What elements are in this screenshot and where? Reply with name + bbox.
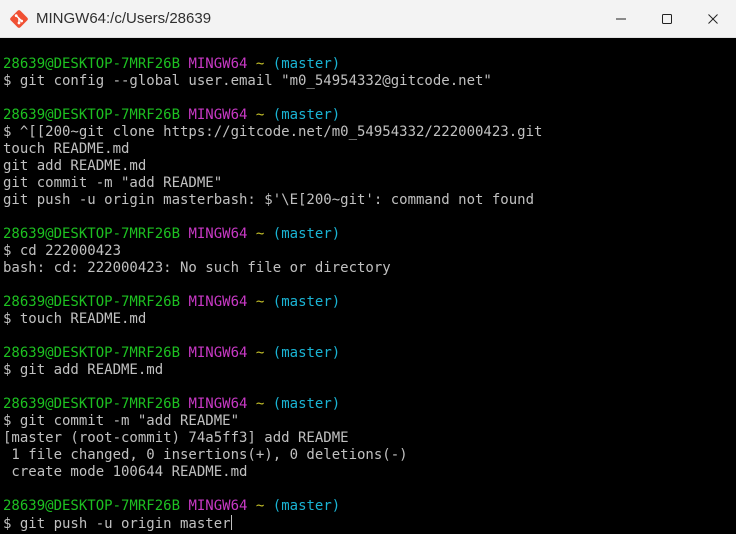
prompt-system: MINGW64 [188,56,248,72]
prompt-path: ~ [255,226,265,242]
prompt-system: MINGW64 [188,226,248,242]
output-line: git commit -m "add README" [3,175,223,191]
command-line: $ git add README.md [3,362,164,378]
prompt-path: ~ [255,345,265,361]
prompt-system: MINGW64 [188,498,248,514]
prompt-path: ~ [255,107,265,123]
command-line: $ ^[[200~git clone https://gitcode.net/m… [3,124,543,140]
prompt-path: ~ [255,56,265,72]
command-line: $ touch README.md [3,311,147,327]
current-command: $ git push -u origin master [3,516,231,532]
prompt-path: ~ [255,498,265,514]
prompt-user-host: 28639@DESKTOP-7MRF26B [3,396,181,412]
prompt-branch: (master) [272,56,341,72]
output-line: git push -u origin masterbash: $'\E[200~… [3,192,535,208]
prompt-path: ~ [255,396,265,412]
prompt-system: MINGW64 [188,107,248,123]
prompt-user-host: 28639@DESKTOP-7MRF26B [3,345,181,361]
command-line: $ git config --global user.email "m0_549… [3,73,492,89]
prompt-line: 28639@DESKTOP-7MRF26B MINGW64 ~ (master) [3,294,729,311]
prompt-user-host: 28639@DESKTOP-7MRF26B [3,56,181,72]
output-line: git add README.md [3,158,147,174]
prompt-system: MINGW64 [188,345,248,361]
terminal-output[interactable]: 28639@DESKTOP-7MRF26B MINGW64 ~ (master)… [0,38,729,534]
prompt-system: MINGW64 [188,396,248,412]
prompt-branch: (master) [272,226,341,242]
close-icon [708,14,718,24]
prompt-branch: (master) [272,498,341,514]
prompt-line: 28639@DESKTOP-7MRF26B MINGW64 ~ (master) [3,107,729,124]
prompt-line: 28639@DESKTOP-7MRF26B MINGW64 ~ (master) [3,226,729,243]
prompt-branch: (master) [272,294,341,310]
output-line: 1 file changed, 0 insertions(+), 0 delet… [3,447,408,463]
prompt-line: 28639@DESKTOP-7MRF26B MINGW64 ~ (master) [3,345,729,362]
text-cursor [230,515,232,530]
minimize-icon [616,18,626,20]
prompt-user-host: 28639@DESKTOP-7MRF26B [3,498,181,514]
output-line: [master (root-commit) 74a5ff3] add READM… [3,430,349,446]
maximize-icon [662,14,672,24]
prompt-line: 28639@DESKTOP-7MRF26B MINGW64 ~ (master) [3,396,729,413]
prompt-user-host: 28639@DESKTOP-7MRF26B [3,294,181,310]
input-line[interactable]: $ git push -u origin master [3,515,729,532]
output-line: create mode 100644 README.md [3,464,248,480]
scrollbar[interactable] [729,38,736,534]
prompt-line: 28639@DESKTOP-7MRF26B MINGW64 ~ (master) [3,498,729,515]
window-controls [598,0,736,38]
prompt-branch: (master) [272,345,341,361]
output-line: bash: cd: 222000423: No such file or dir… [3,260,391,276]
prompt-branch: (master) [272,396,341,412]
git-bash-icon [9,9,29,29]
output-line: touch README.md [3,141,130,157]
close-button[interactable] [690,0,736,38]
prompt-system: MINGW64 [188,294,248,310]
minimize-button[interactable] [598,0,644,38]
window-title: MINGW64:/c/Users/28639 [36,10,212,27]
prompt-branch: (master) [272,107,341,123]
prompt-path: ~ [255,294,265,310]
command-line: $ cd 222000423 [3,243,122,259]
prompt-line: 28639@DESKTOP-7MRF26B MINGW64 ~ (master) [3,56,729,73]
prompt-user-host: 28639@DESKTOP-7MRF26B [3,226,181,242]
title-bar[interactable]: MINGW64:/c/Users/28639 [0,0,736,38]
terminal-window: MINGW64:/c/Users/28639 28639@DESKTOP-7MR… [0,0,736,534]
maximize-button[interactable] [644,0,690,38]
prompt-user-host: 28639@DESKTOP-7MRF26B [3,107,181,123]
command-line: $ git commit -m "add README" [3,413,240,429]
